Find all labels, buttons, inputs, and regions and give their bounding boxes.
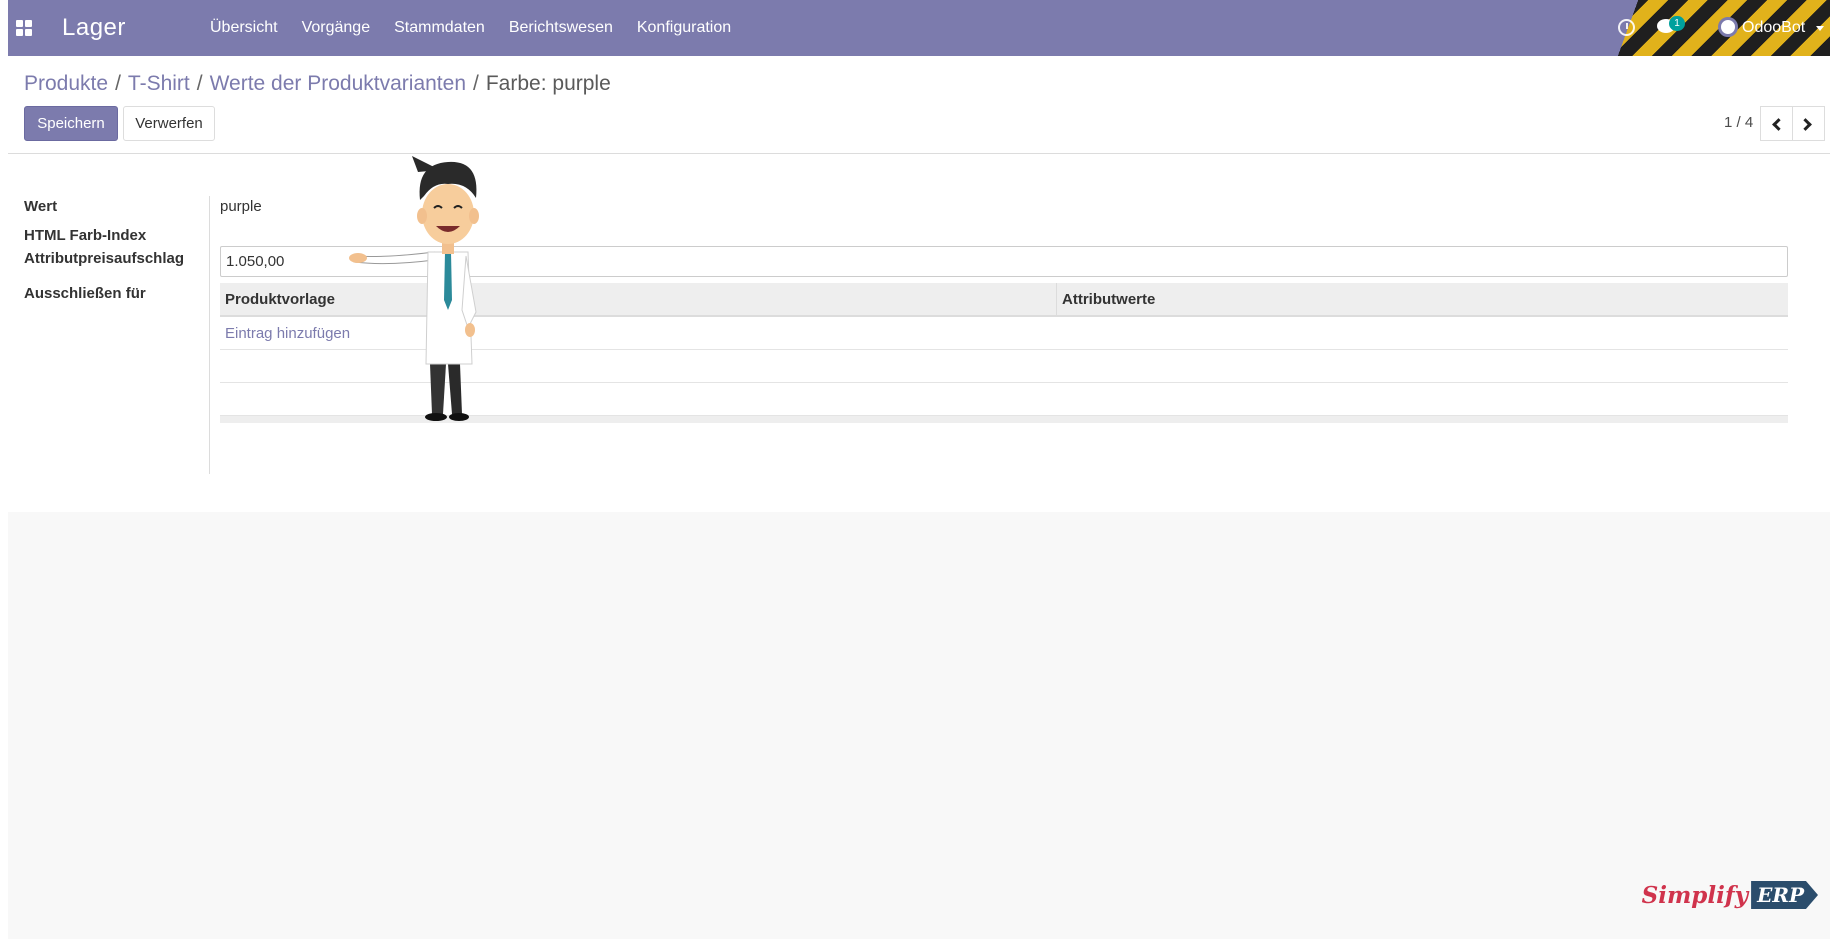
- breadcrumb-separator: /: [473, 72, 479, 95]
- logo-badge: ERP: [1751, 881, 1818, 909]
- app-title[interactable]: Lager: [62, 14, 126, 42]
- chevron-right-icon: [1799, 118, 1812, 131]
- presenter-character: [349, 156, 479, 421]
- user-avatar[interactable]: [1718, 17, 1738, 37]
- column-header-attribute-values[interactable]: Attributwerte: [1057, 283, 1788, 315]
- menu-item-konfiguration[interactable]: Konfiguration: [625, 0, 743, 56]
- label-html-color-index: HTML Farb-Index: [24, 227, 147, 244]
- label-price-extra: Attributpreisaufschlag: [24, 250, 185, 267]
- caret-down-icon[interactable]: [1816, 26, 1824, 31]
- menu-item-berichtswesen[interactable]: Berichtswesen: [497, 0, 625, 56]
- clock-icon[interactable]: [1618, 19, 1635, 36]
- systray: 1 OdooBot: [1602, 0, 1830, 56]
- breadcrumb: Produkte / T-Shirt / Werte der Produktva…: [24, 72, 611, 96]
- logo-text: Simplify: [1641, 881, 1749, 909]
- breadcrumb-current: Farbe: purple: [485, 72, 611, 95]
- pager-previous-button[interactable]: [1760, 106, 1793, 141]
- main-menu: Übersicht Vorgänge Stammdaten Berichtswe…: [198, 0, 743, 56]
- label-wert: Wert: [24, 198, 58, 215]
- pager-value[interactable]: 1 / 4: [1724, 114, 1753, 131]
- chevron-left-icon: [1772, 118, 1785, 131]
- discard-button[interactable]: Verwerfen: [123, 106, 215, 141]
- form-label-divider: [209, 196, 210, 474]
- simplify-erp-logo: Simplify ERP: [1642, 881, 1818, 909]
- top-navbar: Lager Übersicht Vorgänge Stammdaten Beri…: [8, 0, 1830, 56]
- menu-item-vorgaenge[interactable]: Vorgänge: [290, 0, 383, 56]
- breadcrumb-separator: /: [115, 72, 121, 95]
- apps-grid-icon[interactable]: [16, 20, 32, 36]
- breadcrumb-t-shirt[interactable]: T-Shirt: [128, 72, 190, 96]
- breadcrumb-produkte[interactable]: Produkte: [24, 72, 108, 96]
- pager-next-button[interactable]: [1792, 106, 1825, 141]
- control-panel-divider: [8, 153, 1830, 154]
- breadcrumb-variant-values[interactable]: Werte der Produktvarianten: [210, 72, 466, 96]
- column-header-product-template[interactable]: Produktvorlage: [220, 283, 1057, 315]
- breadcrumb-separator: /: [196, 72, 203, 95]
- save-button[interactable]: Speichern: [24, 106, 118, 141]
- field-value[interactable]: purple: [220, 198, 262, 215]
- add-line-link[interactable]: Eintrag hinzufügen: [225, 325, 350, 342]
- menu-item-stammdaten[interactable]: Stammdaten: [382, 0, 497, 56]
- menu-item-uebersicht[interactable]: Übersicht: [198, 0, 290, 56]
- app-frame: Lager Übersicht Vorgänge Stammdaten Beri…: [8, 0, 1830, 939]
- label-exclude-for: Ausschließen für: [24, 285, 146, 302]
- user-menu-name[interactable]: OdooBot: [1742, 19, 1805, 37]
- empty-sheet-area: Simplify ERP: [8, 512, 1830, 939]
- chat-count-badge: 1: [1669, 16, 1685, 31]
